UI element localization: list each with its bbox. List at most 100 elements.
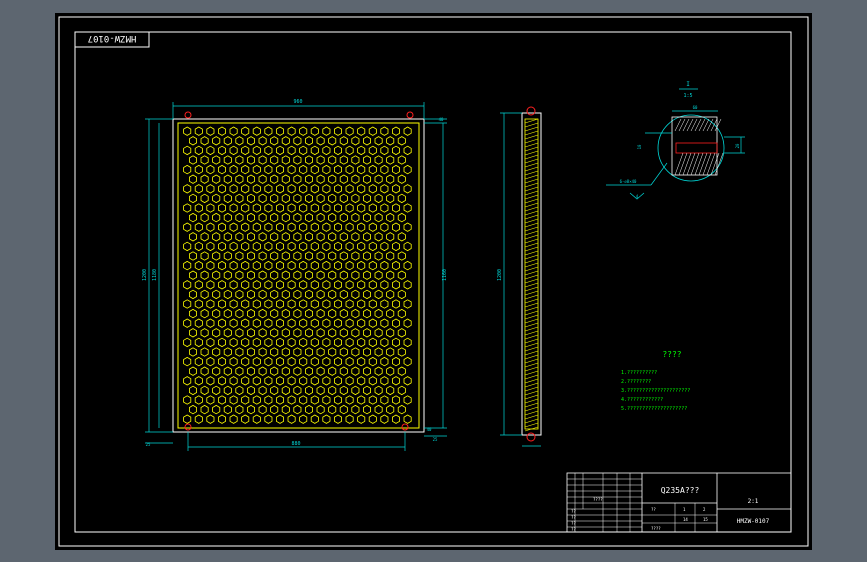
perforation-hole	[287, 280, 296, 290]
notes-title: ????	[662, 350, 681, 359]
perforation-hole	[241, 395, 250, 405]
perforation-hole	[328, 251, 337, 261]
perforation-hole	[316, 270, 325, 280]
tb-mid-1: ????	[593, 497, 603, 502]
perforation-hole	[275, 337, 285, 348]
perforation-hole	[264, 280, 273, 290]
side-hatch-line	[524, 138, 539, 144]
perforation-hole	[316, 347, 325, 357]
perforation-hole	[270, 136, 279, 146]
perforation-hole	[206, 299, 215, 309]
perforation-hole	[194, 356, 203, 367]
perforation-hole	[368, 203, 377, 213]
perforation-hole	[246, 155, 256, 165]
detail-hatch-line	[702, 152, 712, 176]
perforation-hole	[212, 328, 221, 338]
perforation-hole	[275, 203, 285, 213]
perforation-hole	[241, 145, 250, 156]
perforation-hole	[223, 136, 232, 146]
perforation-hole	[270, 155, 279, 165]
outer-border	[58, 16, 809, 547]
side-hatch-line	[524, 270, 539, 276]
perforation-hole	[217, 222, 227, 232]
perforation-hole	[235, 155, 244, 165]
perforation-hole	[212, 366, 221, 376]
perforation-hole	[183, 260, 192, 271]
perforation-hole	[264, 164, 273, 175]
perforation-hole	[345, 164, 354, 175]
perforation-hole	[357, 145, 366, 156]
perforation-hole	[391, 356, 401, 367]
perforation-hole	[183, 241, 192, 252]
perforation-hole	[391, 299, 401, 309]
perforation-hole	[241, 299, 250, 309]
perforation-hole	[258, 232, 267, 242]
side-hatch-line	[524, 310, 539, 316]
side-hatch-line	[524, 414, 539, 420]
perforation-hole	[391, 164, 401, 175]
perforation-hole	[194, 164, 203, 175]
tb-row-2: ??	[571, 515, 576, 520]
side-hatch-line	[524, 150, 539, 156]
cad-viewport[interactable]: HMZW-0107 960 880 1200 1180 1160 40 40 2…	[55, 13, 812, 550]
perforation-hole	[275, 376, 285, 386]
perforation-hole	[194, 203, 203, 213]
perforation-hole	[357, 299, 366, 309]
perforation-hole	[217, 126, 227, 136]
perforation-hole	[270, 308, 279, 319]
perforation-hole	[223, 251, 232, 261]
perforation-hole	[304, 155, 314, 165]
perforation-hole	[212, 251, 221, 261]
perforation-hole	[206, 356, 215, 367]
perforation-hole	[299, 203, 308, 213]
perforation-hole	[223, 328, 232, 338]
perforation-hole	[183, 376, 192, 386]
side-hatch-line	[524, 238, 539, 244]
perforation-hole	[403, 280, 412, 290]
perforation-hole	[316, 366, 325, 376]
inner-border	[74, 31, 792, 533]
perforation-hole	[316, 251, 325, 261]
perforation-hole	[322, 356, 331, 367]
perforation-hole	[235, 385, 244, 396]
perforation-hole	[252, 145, 261, 156]
perforation-hole	[275, 184, 285, 194]
perforation-hole	[188, 404, 198, 415]
tb-row-1: ??	[571, 509, 576, 514]
tb-right-4: 15	[703, 517, 708, 522]
side-hatch-line	[524, 202, 539, 208]
perforation-hole	[339, 270, 348, 280]
perforation-hole	[368, 337, 377, 348]
perforation-hole	[223, 174, 232, 184]
side-hatch-line	[524, 394, 539, 400]
perforation-hole	[241, 184, 250, 194]
perforation-hole	[188, 308, 198, 319]
dim-front-right-top: 40	[439, 117, 444, 122]
perforation-hole	[223, 404, 232, 415]
perforation-hole	[200, 347, 209, 357]
side-hatch-line	[524, 226, 539, 232]
perforation-hole	[322, 318, 331, 328]
perforation-hole	[386, 174, 395, 184]
perforation-hole	[246, 270, 256, 280]
perforation-hole	[391, 203, 401, 213]
perforation-hole	[217, 280, 227, 290]
perforation-hole	[200, 328, 209, 338]
perforation-hole	[229, 337, 238, 348]
perforation-hole	[368, 318, 377, 328]
perforation-hole	[188, 347, 198, 357]
perforation-hole	[264, 337, 273, 348]
perforation-hole	[200, 212, 209, 223]
perforation-hole	[391, 337, 401, 348]
perforation-hole	[397, 174, 406, 184]
perforation-hole	[287, 203, 296, 213]
side-hatch-line	[524, 178, 539, 184]
perforation-hole	[241, 376, 250, 386]
dim-front-top: 960	[293, 99, 302, 105]
perforation-hole	[304, 251, 314, 261]
tb-mid-3: ????	[651, 526, 661, 531]
perforation-hole	[183, 356, 192, 367]
side-hatch-line	[524, 294, 539, 300]
detail-hatch-line	[682, 152, 692, 176]
side-hatch-line	[524, 214, 539, 220]
